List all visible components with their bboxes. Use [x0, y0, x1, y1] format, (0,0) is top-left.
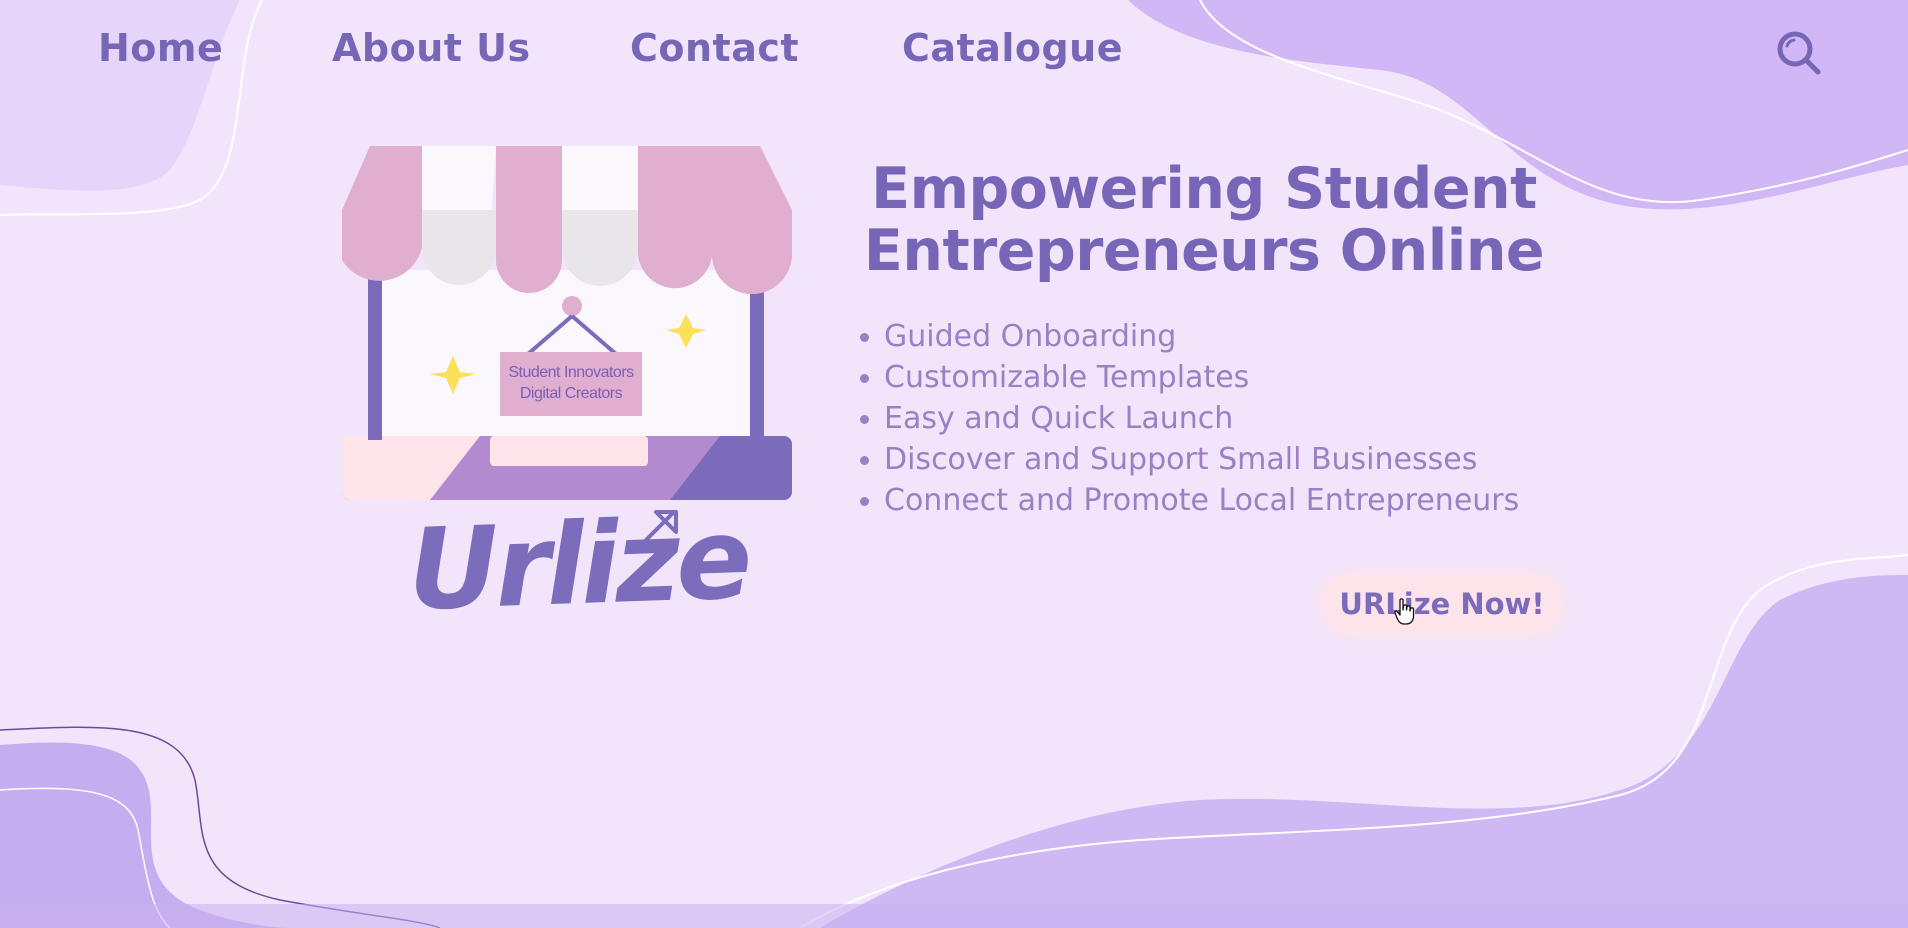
sign-line-2: Digital Creators	[519, 385, 623, 402]
headline-line-1: Empowering Student	[871, 156, 1537, 222]
feature-list: Guided Onboarding Customizable Templates…	[858, 316, 1519, 521]
feature-item: Discover and Support Small Businesses	[859, 439, 1519, 480]
hand-cursor-icon	[1394, 598, 1415, 625]
storefront-illustration	[342, 146, 792, 500]
headline-line-2: Entrepreneurs Online	[863, 218, 1545, 284]
shop-sign: Student Innovators Digital Creators	[498, 362, 644, 404]
feature-item: Connect and Promote Local Entrepreneurs	[859, 480, 1519, 521]
urlize-logo: Urlize	[405, 494, 751, 636]
hero-headline: Empowering Student Entrepreneurs Online	[834, 158, 1574, 282]
top-nav: Home About Us Contact Catalogue	[0, 0, 1908, 100]
sign-line-1: Student Innovators	[508, 364, 634, 381]
nav-home-link[interactable]: Home	[98, 26, 223, 70]
urlize-now-button[interactable]: URLize Now!	[1322, 574, 1562, 634]
nav-about-link[interactable]: About Us	[332, 26, 531, 70]
search-icon[interactable]	[1774, 28, 1822, 76]
nav-contact-link[interactable]: Contact	[630, 26, 799, 70]
feature-item: Customizable Templates	[859, 357, 1519, 398]
nav-catalogue-link[interactable]: Catalogue	[902, 26, 1123, 70]
feature-item: Guided Onboarding	[859, 316, 1519, 357]
feature-item: Easy and Quick Launch	[859, 398, 1519, 439]
